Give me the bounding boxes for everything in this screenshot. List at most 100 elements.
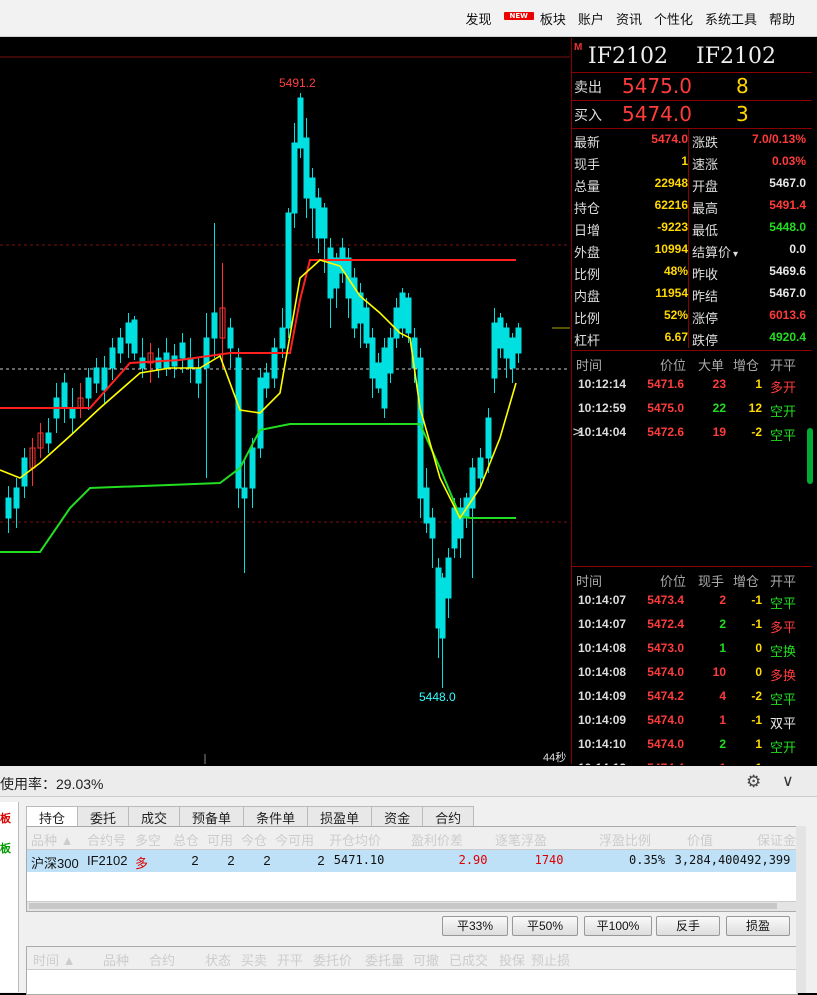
menu-system-tools[interactable]: 系统工具 xyxy=(699,9,763,28)
side-label-2[interactable]: 板 xyxy=(0,840,18,856)
column-header[interactable]: 委托量 xyxy=(365,950,404,969)
column-header[interactable]: 合约 xyxy=(149,950,175,969)
tick-row[interactable]: 10:14:08 5474.0 10 0 多换 xyxy=(572,661,812,685)
column-header[interactable]: 买卖 xyxy=(241,950,267,969)
action-button-0[interactable]: 平33% xyxy=(442,916,508,936)
tick-row[interactable]: >10:14:04 5472.6 19 -2 空平 xyxy=(572,421,812,445)
column-header[interactable]: 保证金 xyxy=(757,830,796,849)
tick-row[interactable]: 10:14:09 5474.2 4 -2 空平 xyxy=(572,685,812,709)
bid-volume: 3 xyxy=(736,102,749,126)
menu-help[interactable]: 帮助 xyxy=(763,9,801,28)
tab-2[interactable]: 成交 xyxy=(128,806,181,826)
left-side-strip: 板 板 xyxy=(0,802,19,992)
tick-type: 空开 xyxy=(770,405,797,420)
column-header[interactable]: 今可用 xyxy=(275,830,314,849)
tab-6[interactable]: 资金 xyxy=(371,806,424,826)
tick-time: 10:14:12 xyxy=(578,761,626,765)
tick-volume: 2 xyxy=(719,737,726,751)
quote-stat-row: 内盘 11954 昨结 5467.0 xyxy=(572,283,812,305)
tick-volume: 1 xyxy=(719,761,726,765)
tick-row[interactable]: 10:12:14 5471.6 23 1 多开 xyxy=(572,373,812,397)
column-header[interactable]: 总仓 xyxy=(173,830,199,849)
tab-7[interactable]: 合约 xyxy=(422,806,475,826)
margin-usage: 使用率：29.03% xyxy=(0,776,104,792)
tick-volume: 2 xyxy=(719,593,726,607)
column-header[interactable]: 可撤 xyxy=(413,950,439,969)
tab-4[interactable]: 条件单 xyxy=(243,806,309,826)
stat-value: 5469.6 xyxy=(769,264,806,278)
table-cell: 1740 xyxy=(534,853,564,867)
stat-value: 4920.4 xyxy=(769,330,806,344)
tick-row[interactable]: 10:14:12 5474.4 1 1 空开 xyxy=(572,757,812,765)
column-header[interactable]: 开仓均价 xyxy=(329,830,381,849)
candlestick-chart[interactable]: 5491.2 5448.0 44秒 xyxy=(0,38,570,764)
column-header[interactable]: 投保 xyxy=(499,950,525,969)
tick-time: 10:14:09 xyxy=(578,689,627,703)
tick-price: 5474.0 xyxy=(647,737,684,751)
column-header: 开平 xyxy=(770,575,797,590)
table-row[interactable]: 沪深300 IF2102 多 2 2 2 2 5471.10 2.90 1740 0.35% 3,28… xyxy=(27,850,797,872)
column-header[interactable]: 多空 xyxy=(135,830,161,849)
column-header[interactable]: 逐笔浮盈 xyxy=(495,830,547,849)
menu-news[interactable]: 资讯 xyxy=(610,9,648,28)
menu-personalize[interactable]: 个性化 xyxy=(648,9,699,28)
high-price-label: 5491.2 xyxy=(279,76,316,90)
scroll-thumb[interactable] xyxy=(29,903,777,909)
column-header[interactable]: 可用 xyxy=(207,830,233,849)
action-button-3[interactable]: 反手 xyxy=(656,916,720,936)
action-button-2[interactable]: 平100% xyxy=(584,916,652,936)
column-header[interactable]: 预止损 xyxy=(531,950,570,969)
column-header[interactable]: 状态 xyxy=(205,950,231,969)
column-header[interactable]: 价值 xyxy=(687,830,713,849)
stat-label: 昨收 xyxy=(692,268,719,283)
tab-3[interactable]: 预备单 xyxy=(179,806,245,826)
dropdown-arrow-icon[interactable]: ▾ xyxy=(733,249,738,260)
vertical-scrollbar[interactable] xyxy=(796,826,806,993)
column-header[interactable]: 时间 ▲ xyxy=(33,950,75,969)
tick-row[interactable]: 10:14:07 5472.4 2 -1 多平 xyxy=(572,613,812,637)
column-header[interactable]: 今仓 xyxy=(241,830,267,849)
column-header[interactable]: 合约号 xyxy=(87,830,126,849)
tick-row[interactable]: 10:12:59 5475.0 22 12 空开 xyxy=(572,397,812,421)
tick-oi-change: -2 xyxy=(751,689,762,703)
stat-label: 昨结 xyxy=(692,290,719,305)
menu-discover[interactable]: 发现 NEW xyxy=(454,9,534,28)
bid-price[interactable]: 5474.0 xyxy=(622,102,692,126)
tick-row[interactable]: 10:14:07 5473.4 2 -1 空平 xyxy=(572,589,812,613)
tick-type: 多平 xyxy=(770,621,797,636)
chevron-down-icon[interactable]: ∨ xyxy=(782,771,794,791)
menu-sectors[interactable]: 板块 xyxy=(534,9,572,28)
action-button-4[interactable]: 损盈 xyxy=(726,916,790,936)
column-header[interactable]: 品种 xyxy=(103,950,129,969)
tick-price: 5474.0 xyxy=(647,665,684,679)
column-header[interactable]: 开平 xyxy=(277,950,303,969)
tick-row[interactable]: 10:14:09 5474.0 1 -1 双平 xyxy=(572,709,812,733)
column-header[interactable]: 已成交 xyxy=(449,950,488,969)
big-order-scrollbar[interactable] xyxy=(807,428,813,484)
tab-5[interactable]: 损盈单 xyxy=(307,806,373,826)
tick-type: 空开 xyxy=(770,761,796,765)
trade-tabs: 持仓 委托 成交 预备单 条件单 损盈单 资金 合约 xyxy=(26,806,475,826)
menu-account[interactable]: 账户 xyxy=(572,9,610,28)
tab-1[interactable]: 委托 xyxy=(77,806,130,826)
candle-body xyxy=(263,372,270,389)
tick-oi-change: 1 xyxy=(755,377,762,391)
action-button-1[interactable]: 平50% xyxy=(512,916,578,936)
gear-icon[interactable]: ⚙ xyxy=(746,772,761,792)
candle-body xyxy=(393,307,400,339)
tick-row[interactable]: 10:14:10 5474.0 2 1 空开 xyxy=(572,733,812,757)
tick-time: 10:14:10 xyxy=(578,737,627,751)
stat-value: 48% xyxy=(663,264,688,278)
tick-price: 5472.4 xyxy=(647,617,684,631)
column-header[interactable]: 委托价 xyxy=(313,950,352,969)
tick-row[interactable]: 10:14:08 5473.0 1 0 空换 xyxy=(572,637,812,661)
column-header[interactable]: 品种 ▲ xyxy=(31,830,73,849)
ask-price[interactable]: 5475.0 xyxy=(622,74,692,98)
column-header[interactable]: 盈利价差 xyxy=(411,830,463,849)
chart-canvas[interactable]: 5491.2 5448.0 44秒 xyxy=(0,38,570,764)
stat-label: 比例 xyxy=(574,268,601,283)
column-header[interactable]: 浮盈比例 xyxy=(599,830,651,849)
tab-0[interactable]: 持仓 xyxy=(26,806,79,826)
side-label-1[interactable]: 板 xyxy=(0,810,18,826)
horizontal-scrollbar[interactable] xyxy=(27,901,797,911)
